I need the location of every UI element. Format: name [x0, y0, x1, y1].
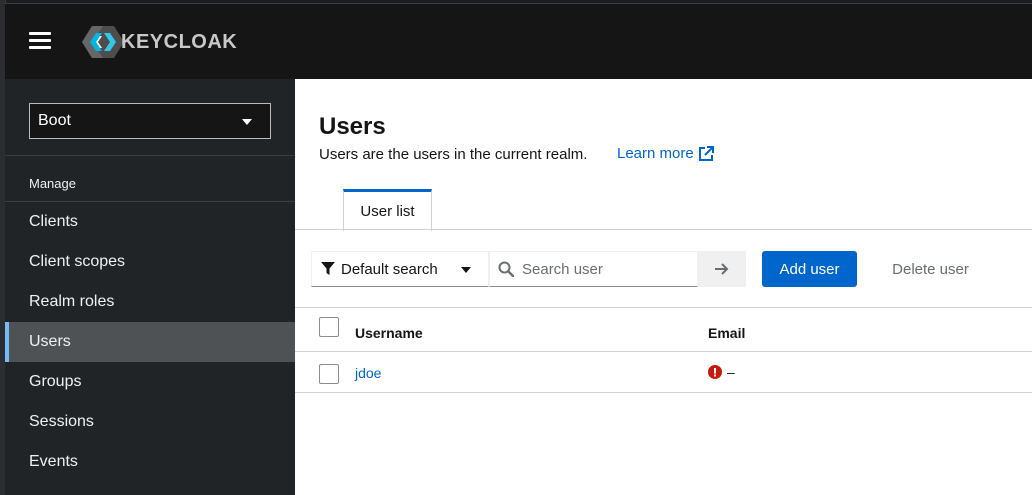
search-submit-button[interactable]: [698, 251, 746, 287]
email-cell: –: [708, 364, 735, 380]
username-link[interactable]: jdoe: [355, 365, 381, 381]
keycloak-logo-icon: [82, 26, 124, 58]
page-description: Users are the users in the current realm…: [319, 146, 588, 163]
learn-more-label: Learn more: [617, 145, 694, 162]
exclamation-circle-icon: [708, 365, 722, 379]
caret-down-icon: [242, 119, 252, 125]
column-header-username[interactable]: Username: [355, 325, 423, 341]
tab-user-list[interactable]: User list: [343, 189, 432, 231]
masthead: KEYCLOAK: [5, 3, 1032, 79]
sidebar-item-groups[interactable]: Groups: [5, 362, 295, 402]
table-top-border: [295, 307, 1032, 308]
delete-user-button[interactable]: Delete user: [873, 251, 988, 287]
sidebar-item-events[interactable]: Events: [5, 442, 295, 482]
table-row-divider: [295, 392, 1032, 393]
tabs-divider: [295, 229, 1032, 230]
caret-down-icon: [461, 267, 471, 273]
sidebar-nav-list: Clients Client scopes Realm roles Users …: [5, 202, 295, 482]
sidebar-item-clients[interactable]: Clients: [5, 202, 295, 242]
search-user-input[interactable]: [522, 260, 692, 278]
brand-logo[interactable]: KEYCLOAK: [81, 22, 237, 62]
realm-selector-label: Boot: [38, 112, 71, 129]
table-header-divider: [295, 351, 1032, 352]
page-title: Users: [319, 113, 386, 140]
realm-selector[interactable]: Boot: [29, 103, 271, 139]
hamburger-menu-icon[interactable]: [29, 32, 51, 50]
sidebar-item-client-scopes[interactable]: Client scopes: [5, 242, 295, 282]
search-type-dropdown[interactable]: Default search: [311, 251, 489, 287]
email-value: –: [727, 364, 735, 380]
search-box: [489, 251, 698, 287]
sidebar-divider: [5, 155, 295, 156]
row-checkbox[interactable]: [319, 364, 339, 384]
select-all-checkbox[interactable]: [319, 317, 339, 337]
brand-name: KEYCLOAK: [121, 30, 238, 53]
arrow-right-icon: [715, 263, 729, 275]
filter-icon: [321, 262, 335, 275]
sidebar-item-users[interactable]: Users: [5, 322, 295, 362]
add-user-button[interactable]: Add user: [762, 251, 857, 287]
learn-more-link[interactable]: Learn more: [617, 145, 714, 162]
sidebar: Boot Manage Clients Client scopes Realm …: [5, 79, 295, 495]
nav-section-title: Manage: [29, 176, 76, 191]
search-icon: [498, 261, 514, 277]
search-type-label: Default search: [341, 260, 438, 278]
external-link-icon: [698, 145, 714, 161]
sidebar-item-sessions[interactable]: Sessions: [5, 402, 295, 442]
sidebar-item-realm-roles[interactable]: Realm roles: [5, 282, 295, 322]
column-header-email: Email: [708, 325, 746, 341]
main-content: Users Users are the users in the current…: [295, 79, 1032, 495]
